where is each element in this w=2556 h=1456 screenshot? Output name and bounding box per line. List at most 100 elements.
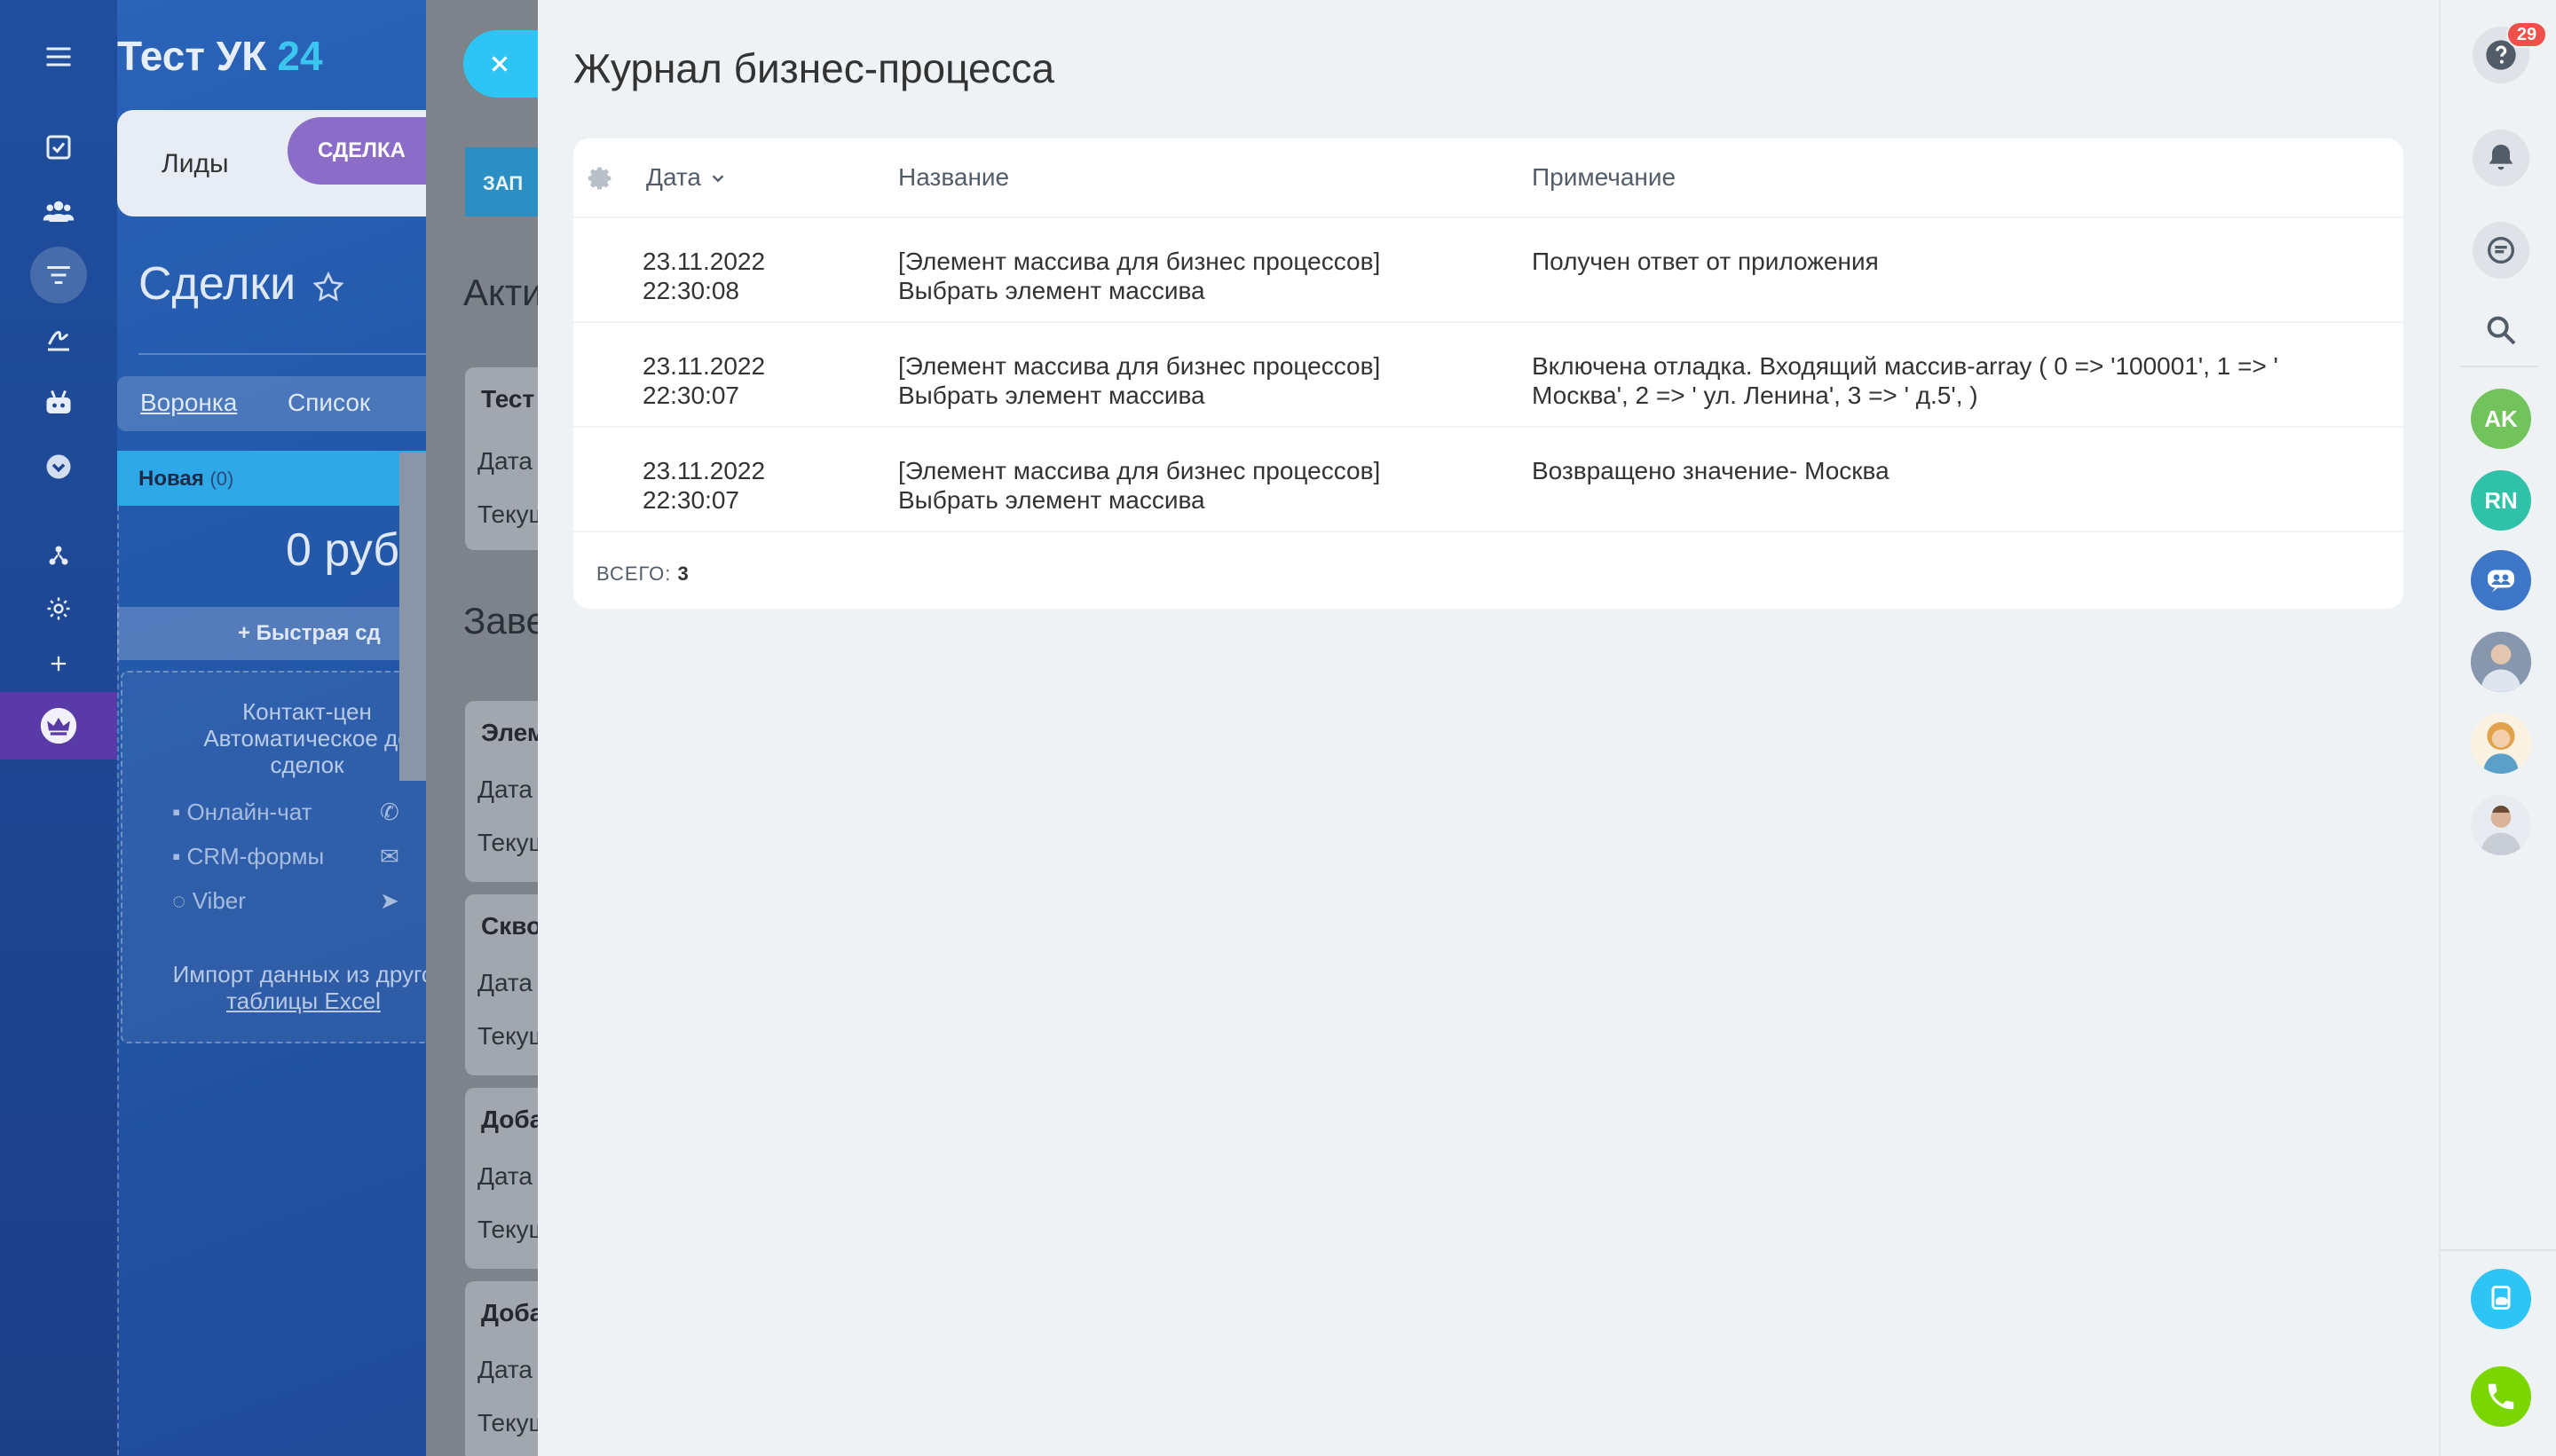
total-label: ВСЕГО: — [596, 563, 672, 585]
row-note-line: Москва', 2 => ' ул. Ленина', 3 => ' д.5'… — [1532, 382, 1978, 409]
avatar[interactable] — [2471, 713, 2531, 774]
sign-icon[interactable] — [36, 316, 82, 362]
stage-label: Новая (0) — [138, 467, 233, 492]
employees-icon[interactable] — [36, 188, 82, 234]
cloud-device-icon[interactable] — [2471, 1269, 2531, 1329]
empty-card-text: Контакт-цен Автоматическое до сделок — [147, 698, 426, 779]
chevron-down-icon — [712, 175, 724, 183]
divider — [2460, 366, 2538, 367]
menu-icon[interactable] — [36, 34, 82, 80]
row-name-line: [Элемент массива для бизнес процессов] — [898, 457, 1381, 484]
gear-icon[interactable] — [588, 165, 614, 196]
tab-leads[interactable]: Лиды — [162, 149, 229, 179]
tab-deal[interactable]: СДЕЛКА — [288, 117, 426, 185]
row-name-line: Выбрать элемент массива — [898, 277, 1205, 304]
mail-icon[interactable]: ✉ — [380, 843, 399, 870]
row-name-line: [Элемент массива для бизнес процессов] — [898, 352, 1381, 380]
active-heading: Акти — [463, 272, 543, 313]
import-line: таблицы Excel — [226, 987, 381, 1014]
row-note-line: Возвращено значение- Москва — [1532, 457, 1889, 484]
channel-label: CRM-формы — [186, 843, 325, 870]
row-time: 22:30:07 — [643, 486, 739, 514]
import-excel-link[interactable]: Импорт данных из друго таблицы Excel — [135, 961, 426, 1015]
search-icon[interactable] — [2473, 302, 2529, 358]
row-date: 23.11.2022 — [643, 457, 766, 484]
view-funnel[interactable]: Воронка — [140, 389, 237, 417]
settings-icon[interactable] — [36, 586, 82, 632]
row-time: 22:30:07 — [643, 382, 739, 409]
process-title: Тест — [481, 385, 535, 413]
import-line: Импорт данных из друго — [172, 961, 426, 988]
notifications-bell-icon[interactable] — [2473, 130, 2529, 186]
help-badge: 29 — [2506, 21, 2547, 48]
divider — [2441, 1249, 2556, 1251]
stage-header[interactable]: Новая (0) — [117, 451, 426, 506]
row-time: 22:30:08 — [643, 277, 739, 304]
table-row: 23.11.2022 22:30:07 [Элемент массива для… — [573, 426, 2403, 531]
channel-online-chat[interactable]: ▪ Онлайн-чат — [172, 799, 312, 826]
row-name: [Элемент массива для бизнес процессов] В… — [898, 247, 1380, 305]
empty-card-line: Автоматическое до — [203, 724, 411, 752]
column-date[interactable]: Дата — [646, 163, 728, 192]
empty-card-line: Контакт-цен — [242, 698, 372, 725]
stage-count: (0) — [209, 468, 234, 490]
more-chevron-icon[interactable] — [36, 444, 82, 490]
process-row: Дата — [477, 969, 533, 996]
row-date: 23.11.2022 — [643, 248, 766, 275]
channel-label: Онлайн-чат — [186, 799, 312, 825]
phone-icon[interactable]: ✆ — [380, 799, 399, 826]
process-row: Дата — [477, 1356, 533, 1383]
process-title: Доба — [481, 1299, 544, 1326]
avatar[interactable] — [2471, 795, 2531, 855]
stage-name: Новая — [138, 467, 204, 491]
portal-suffix: 24 — [277, 33, 323, 79]
column-shadow — [399, 453, 426, 781]
view-list[interactable]: Список — [288, 389, 370, 417]
stage-sum: 0 руб — [286, 524, 400, 576]
avatar[interactable] — [2471, 632, 2531, 692]
process-row: Дата — [477, 447, 533, 475]
avatar[interactable]: AK — [2471, 389, 2531, 449]
process-row: Дата — [477, 775, 533, 803]
done-heading: Заве — [463, 600, 547, 641]
crown-plan-icon[interactable] — [0, 692, 117, 759]
call-phone-icon[interactable] — [2471, 1366, 2531, 1427]
telegram-icon[interactable]: ➤ — [380, 887, 399, 915]
log-table: Дата Название Примечание 23.11.2022 22:3… — [573, 138, 2403, 609]
viber-icon: ◌ — [172, 887, 193, 914]
bp-log-slider: Журнал бизнес-процесса Дата Название При… — [538, 0, 2439, 1456]
row-note: Получен ответ от приложения — [1532, 247, 1879, 276]
column-date-label: Дата — [646, 163, 702, 191]
crm-funnel-icon[interactable] — [30, 247, 87, 303]
column-name[interactable]: Название — [898, 163, 1009, 192]
left-navigation — [0, 0, 117, 1456]
avatar[interactable]: RN — [2471, 470, 2531, 531]
channel-viber[interactable]: ◌ Viber — [172, 887, 246, 915]
quick-deal-button[interactable]: + Быстрая сд — [117, 607, 426, 660]
portal-brand: Тест УК 24 — [117, 32, 323, 80]
channel-label: Viber — [192, 887, 246, 914]
row-datetime: 23.11.2022 22:30:08 — [643, 247, 765, 305]
portal-name: Тест УК — [117, 33, 267, 79]
add-icon[interactable] — [36, 641, 82, 687]
process-title: Элем — [481, 719, 546, 746]
messenger-icon[interactable] — [2473, 222, 2529, 279]
table-row: 23.11.2022 22:30:07 [Элемент массива для… — [573, 321, 2403, 426]
sitemap-icon[interactable] — [36, 532, 82, 578]
process-title: Скво — [481, 912, 542, 940]
row-note: Возвращено значение- Москва — [1532, 456, 1889, 485]
tasks-icon[interactable] — [36, 124, 82, 170]
row-name: [Элемент массива для бизнес процессов] В… — [898, 456, 1380, 515]
total-count: ВСЕГО: 3 — [596, 563, 690, 586]
row-date: 23.11.2022 — [643, 352, 766, 380]
page-title: Сделки — [138, 258, 296, 310]
star-icon[interactable] — [311, 270, 346, 305]
column-note[interactable]: Примечание — [1532, 163, 1676, 192]
row-note: Включена отладка. Входящий массив-array … — [1532, 351, 2278, 410]
avatar-initials: AK — [2484, 405, 2518, 432]
row-name: [Элемент массива для бизнес процессов] В… — [898, 351, 1380, 410]
channel-crm-forms[interactable]: ▪ CRM-формы — [172, 843, 324, 870]
divider — [138, 353, 426, 355]
robot-icon[interactable] — [36, 380, 82, 426]
group-chat-icon[interactable] — [2471, 550, 2531, 610]
